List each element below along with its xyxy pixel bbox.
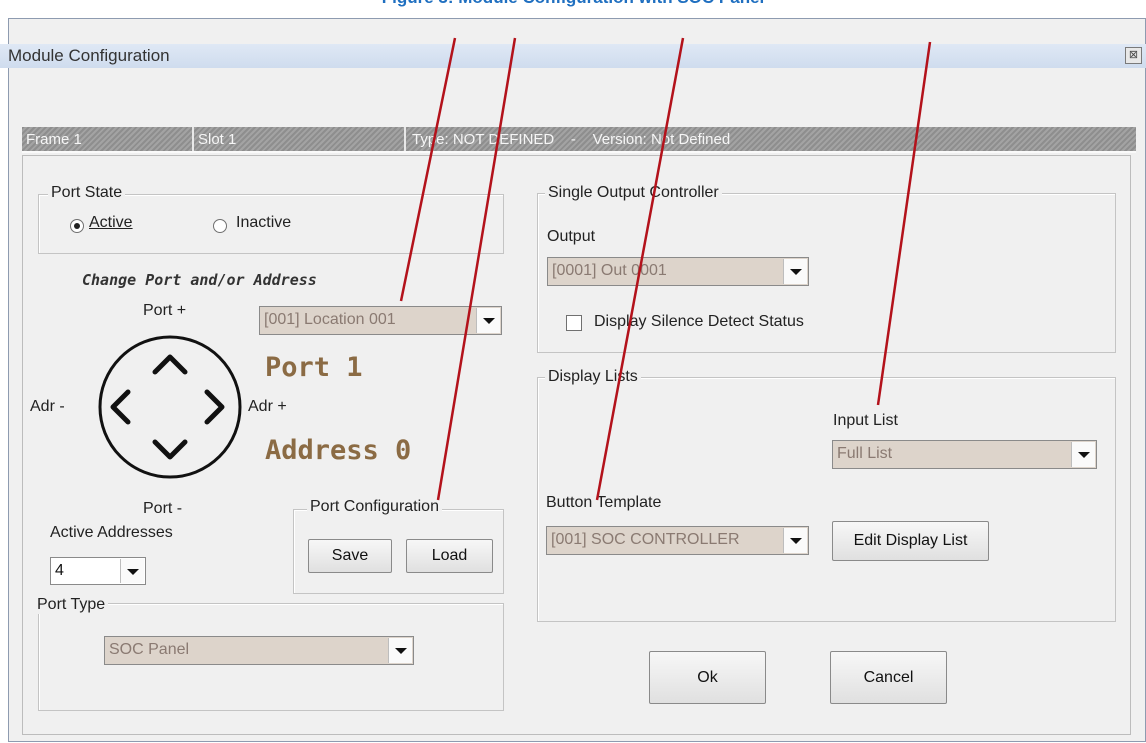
port-type-select[interactable]: SOC Panel <box>104 636 414 665</box>
current-port: Port 1 <box>265 352 363 383</box>
close-icon[interactable]: ⊠ <box>1125 47 1142 64</box>
chevron-down-icon[interactable] <box>783 528 807 553</box>
location-select-value: [001] Location 001 <box>264 311 396 328</box>
button-template-value: [001] SOC CONTROLLER <box>551 531 740 548</box>
input-list-value: Full List <box>837 445 893 462</box>
adr-plus-label: Adr + <box>248 398 287 415</box>
port-state-legend: Port State <box>48 184 126 202</box>
save-button[interactable]: Save <box>308 539 392 573</box>
title-bar[interactable]: Module Configuration ⊠ <box>0 44 1146 68</box>
status-bar: Frame 1 Slot 1 Type: NOT DEFINED - Versi… <box>22 127 1136 151</box>
address-prev-icon[interactable] <box>110 389 131 425</box>
change-port-heading: Change Port and/or Address <box>82 271 317 289</box>
port-up-icon[interactable] <box>152 354 188 375</box>
location-select[interactable]: [001] Location 001 <box>259 306 502 335</box>
input-list-select[interactable]: Full List <box>832 440 1097 469</box>
port-configuration-legend: Port Configuration <box>307 498 442 516</box>
silence-detect-checkbox[interactable] <box>566 315 582 331</box>
ok-button[interactable]: Ok <box>649 651 766 704</box>
adr-minus-label: Adr - <box>30 398 65 415</box>
output-select[interactable]: [0001] Out 0001 <box>547 257 809 286</box>
inactive-radio-label[interactable]: Inactive <box>236 214 291 232</box>
silence-detect-label[interactable]: Display Silence Detect Status <box>594 313 804 331</box>
output-label: Output <box>547 228 596 245</box>
address-next-icon[interactable] <box>204 389 225 425</box>
port-type-value: SOC Panel <box>109 641 190 658</box>
status-frame: Frame 1 <box>26 131 82 148</box>
edit-display-list-button[interactable]: Edit Display List <box>832 521 989 561</box>
chevron-down-icon[interactable] <box>783 259 807 284</box>
status-slot: Slot 1 <box>198 131 237 148</box>
chevron-down-icon[interactable] <box>476 308 500 333</box>
nav-pad <box>98 335 242 479</box>
cancel-button[interactable]: Cancel <box>830 651 947 704</box>
input-list-label: Input List <box>833 412 898 429</box>
inactive-radio[interactable] <box>213 219 227 233</box>
port-down-icon[interactable] <box>152 439 188 460</box>
status-type-version: Type: NOT DEFINED - Version: Not Defined <box>412 131 731 148</box>
figure-caption: Figure 3: Module Configuration with SOC … <box>0 0 1146 8</box>
single-output-controller-legend: Single Output Controller <box>545 184 722 202</box>
port-plus-label: Port + <box>143 302 187 319</box>
button-template-select[interactable]: [001] SOC CONTROLLER <box>546 526 809 555</box>
current-address: Address 0 <box>265 435 412 466</box>
port-minus-label: Port - <box>143 500 183 517</box>
status-bar-edge <box>22 151 1136 153</box>
load-button[interactable]: Load <box>406 539 493 573</box>
status-divider <box>404 127 406 151</box>
window-title: Module Configuration <box>8 46 170 65</box>
active-radio[interactable] <box>70 219 84 233</box>
port-type-legend: Port Type <box>34 596 109 614</box>
active-radio-label[interactable]: Active <box>89 214 133 232</box>
display-lists-legend: Display Lists <box>545 368 641 386</box>
status-divider <box>192 127 194 151</box>
chevron-down-icon[interactable] <box>388 638 412 663</box>
output-value: [0001] Out 0001 <box>552 262 667 279</box>
active-addresses-label: Active Addresses <box>50 524 173 541</box>
chevron-down-icon[interactable] <box>120 559 144 583</box>
button-template-label: Button Template <box>546 494 662 511</box>
active-addresses-select[interactable]: 4 <box>50 557 146 585</box>
chevron-down-icon[interactable] <box>1071 442 1095 467</box>
active-addresses-value: 4 <box>55 562 64 579</box>
